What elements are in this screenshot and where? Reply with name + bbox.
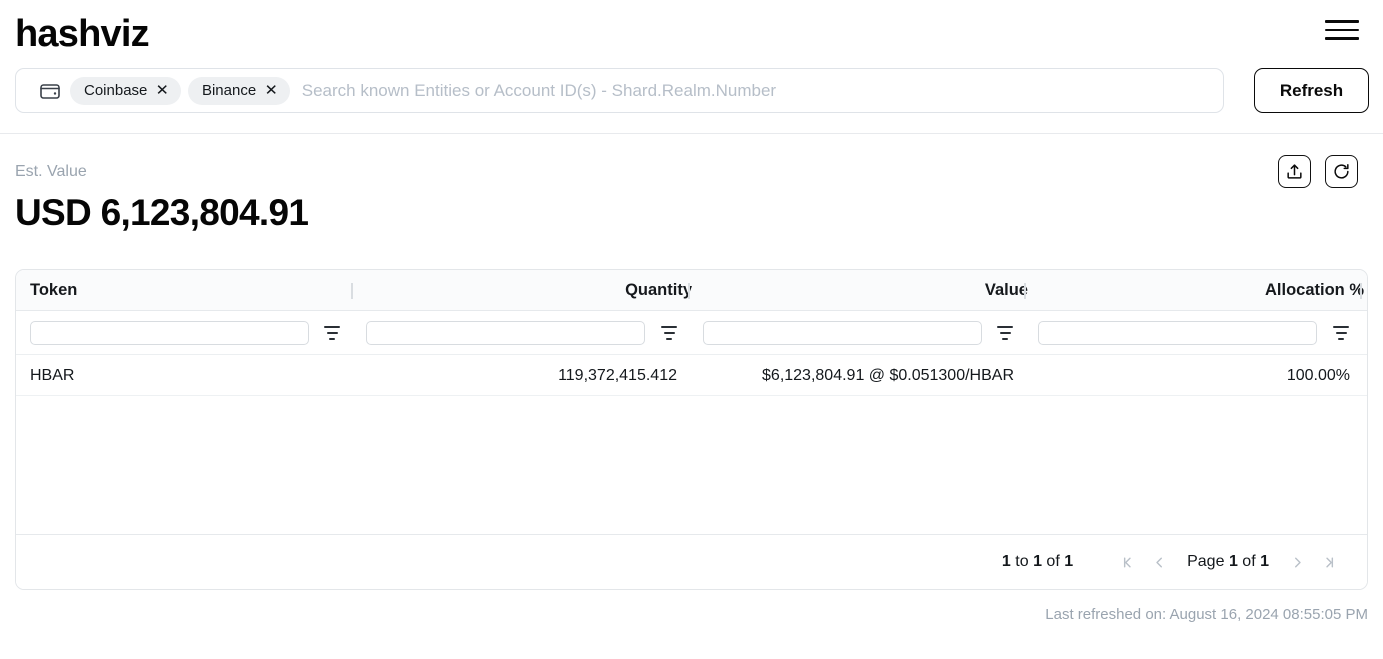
filter-menu-icon-quantity[interactable]	[660, 326, 678, 340]
pagination-range-to: 1	[1033, 553, 1042, 570]
table-filter-row	[16, 311, 1367, 355]
export-upload-icon[interactable]	[1278, 155, 1311, 188]
app-root: hashviz Coinbase ✕ Binance ✕ Search know…	[0, 0, 1383, 659]
last-page-icon[interactable]	[1313, 547, 1345, 577]
cell-value: $6,123,804.91 @ $0.051300/HBAR	[762, 367, 1014, 384]
table-pagination: 1 to 1 of 1 Page 1 of 1	[16, 534, 1367, 589]
hamburger-bar	[1325, 37, 1359, 40]
entity-chip-label: Coinbase	[84, 82, 148, 99]
close-icon[interactable]: ✕	[265, 83, 278, 98]
column-header-quantity[interactable]: Quantity	[376, 270, 692, 311]
search-input[interactable]	[301, 74, 1213, 107]
close-icon[interactable]: ✕	[156, 83, 169, 98]
cell-quantity: 119,372,415.412	[558, 367, 677, 384]
hamburger-bar	[1325, 20, 1359, 23]
filter-menu-icon-allocation[interactable]	[1332, 326, 1350, 340]
est-value-label: Est. Value	[15, 163, 87, 180]
token-holdings-table: Token Quantity Value Allocation % HBAR 1…	[15, 269, 1368, 590]
reload-refresh-icon[interactable]	[1325, 155, 1358, 188]
column-resize-handle[interactable]	[351, 283, 353, 299]
search-bar[interactable]: Coinbase ✕ Binance ✕	[15, 68, 1224, 113]
column-header-token[interactable]: Token	[30, 270, 77, 311]
filter-input-token[interactable]	[30, 321, 309, 345]
table-action-buttons	[1278, 155, 1358, 188]
hamburger-bar	[1325, 28, 1359, 32]
table-header-row: Token Quantity Value Allocation %	[16, 270, 1367, 311]
filter-input-quantity[interactable]	[366, 321, 645, 345]
pagination-page-prefix: Page	[1187, 553, 1225, 570]
cell-token: HBAR	[30, 367, 75, 384]
pagination-page-indicator: Page 1 of 1	[1187, 553, 1269, 571]
filter-menu-icon-value[interactable]	[996, 326, 1014, 340]
last-refreshed-label: Last refreshed on: August 16, 2024 08:55…	[1045, 606, 1368, 623]
entity-chip-label: Binance	[201, 82, 257, 99]
app-header: hashviz Coinbase ✕ Binance ✕ Search know…	[0, 0, 1383, 134]
column-header-value[interactable]: Value	[716, 270, 1028, 311]
wallet-icon	[38, 79, 62, 103]
filter-input-allocation[interactable]	[1038, 321, 1317, 345]
previous-page-icon[interactable]	[1143, 547, 1175, 577]
column-resize-handle[interactable]	[688, 283, 690, 299]
pagination-range: 1 to 1 of 1	[1001, 553, 1074, 570]
cell-allocation: 100.00%	[1286, 367, 1350, 384]
pagination-page-total: 1	[1260, 553, 1269, 570]
est-value-amount: USD 6,123,804.91	[15, 192, 309, 233]
filter-input-value[interactable]	[703, 321, 982, 345]
column-resize-handle[interactable]	[1024, 283, 1026, 299]
entity-chip-list: Coinbase ✕ Binance ✕	[70, 76, 290, 105]
refresh-button[interactable]: Refresh	[1254, 68, 1369, 113]
table-empty-space	[16, 396, 1367, 546]
pagination-range-from: 1	[1001, 553, 1011, 570]
column-resize-handle[interactable]	[1360, 283, 1362, 299]
filter-menu-icon-token[interactable]	[323, 326, 341, 340]
pagination-page-of: of	[1242, 553, 1256, 570]
hamburger-menu-icon[interactable]	[1323, 14, 1361, 46]
entity-chip-coinbase[interactable]: Coinbase ✕	[70, 76, 181, 105]
pagination-range-total: 1	[1064, 553, 1074, 570]
entity-chip-binance[interactable]: Binance ✕	[187, 76, 290, 105]
column-header-allocation[interactable]: Allocation %	[1052, 270, 1364, 311]
next-page-icon[interactable]	[1281, 547, 1313, 577]
page-title: hashviz	[15, 13, 150, 55]
pagination-page-current: 1	[1228, 553, 1238, 570]
first-page-icon[interactable]	[1111, 547, 1143, 577]
table-row[interactable]: HBAR 119,372,415.412 $6,123,804.91 @ $0.…	[16, 355, 1367, 396]
